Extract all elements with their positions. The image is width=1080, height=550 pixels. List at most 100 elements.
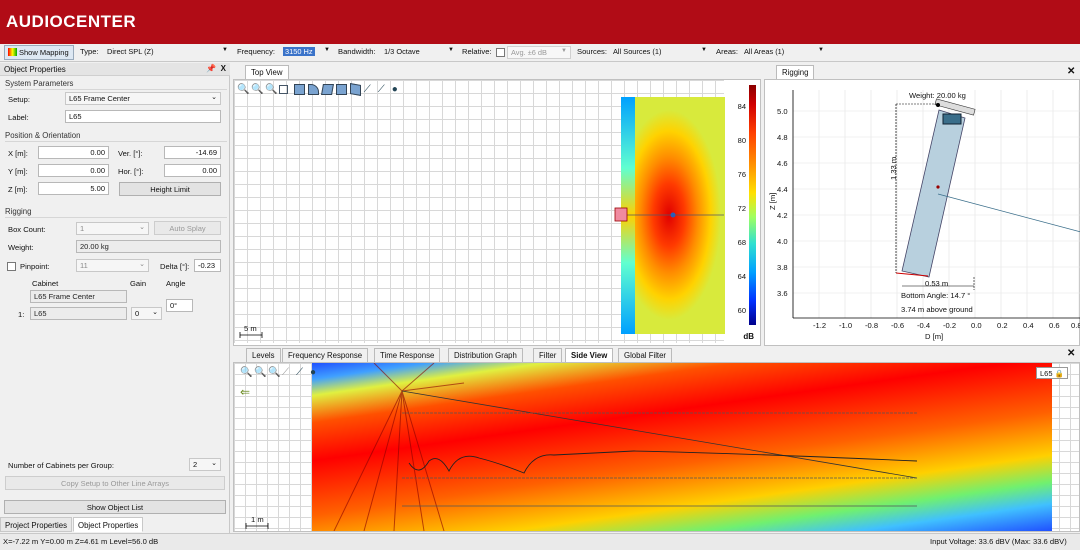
type-select[interactable]: Direct SPL (Z) ▼ <box>104 46 231 59</box>
close-icon[interactable]: X <box>221 64 226 73</box>
rigging-xtick: 0.8 <box>1071 321 1080 330</box>
colorbar-tick: 64 <box>737 272 746 281</box>
rigging-panel: Weight: 20.00 kg 1.33 m 0.53 m Bottom An… <box>764 79 1080 346</box>
sources-label: Sources: <box>577 47 607 56</box>
above-ground-label: 3.74 m above ground <box>901 305 973 314</box>
box-count-select[interactable]: 1 ⌄ <box>76 222 149 235</box>
tab-side-view[interactable]: Side View <box>565 348 614 362</box>
ver-input[interactable]: -14.69 <box>164 146 221 159</box>
zoom-in-icon[interactable]: 🔍 <box>240 367 252 378</box>
app-logo: AUDIOCENTER <box>6 12 137 31</box>
zoom-out-icon[interactable]: 🔍 <box>254 367 266 378</box>
show-mapping-button[interactable]: Show Mapping <box>4 45 74 60</box>
rigging-xtick: -0.8 <box>865 321 879 330</box>
mapping-icon <box>8 48 17 56</box>
tab-time-response[interactable]: Time Response <box>374 348 441 362</box>
rigging-xtick: 0.0 <box>971 321 982 330</box>
side-view-overlay <box>245 363 918 531</box>
arrow-left-icon[interactable]: ⇐ <box>240 385 250 399</box>
chevron-down-icon: ⌄ <box>211 460 217 467</box>
bottom-angle-label: Bottom Angle: 14.7 ° <box>901 291 971 300</box>
setup-label: Setup: <box>8 95 30 104</box>
height-limit-button[interactable]: Height Limit <box>119 182 221 196</box>
setup-select[interactable]: L65 Frame Center ⌄ <box>65 92 221 105</box>
angle-input[interactable]: 0° <box>166 299 193 312</box>
side-view-close-icon[interactable]: ✕ <box>1067 348 1075 359</box>
rigging-weight-label: Weight: 20.00 kg <box>909 91 966 100</box>
tab-project-properties[interactable]: Project Properties <box>0 517 72 532</box>
rigging-ytick: 5.0 <box>777 107 788 116</box>
x-input[interactable]: 0.00 <box>38 146 109 159</box>
side-view-panel: 🔍 🔍 🔍 ⟋ ⟋ ● ⇐ 1 m L65 🔒 <box>233 362 1080 532</box>
rigging-xtick: -0.2 <box>943 321 957 330</box>
tab-levels[interactable]: Levels <box>246 348 281 362</box>
panel-header: Object Properties 📌 X <box>0 63 230 76</box>
system-parameters-section: System Parameters <box>5 79 229 90</box>
tab-rigging[interactable]: Rigging <box>776 65 815 79</box>
rigging-xtick: 0.4 <box>1023 321 1034 330</box>
frequency-label: Frequency: <box>237 47 275 56</box>
label-input[interactable]: L65 <box>65 110 221 123</box>
colorbar-tick: 72 <box>737 204 746 213</box>
chevron-down-icon: ▼ <box>701 47 707 53</box>
type-label: Type: <box>80 47 99 56</box>
position-orientation-section: Position & Orientation <box>5 131 229 142</box>
tab-filter[interactable]: Filter <box>533 348 563 362</box>
colorbar-tick: 68 <box>737 238 746 247</box>
colorbar <box>749 85 756 325</box>
cabinets-per-group-select[interactable]: 2 ⌄ <box>189 458 221 471</box>
tab-distribution-graph[interactable]: Distribution Graph <box>448 348 523 362</box>
object-properties-panel: Object Properties 📌 X System Parameters … <box>0 63 231 533</box>
relative-label: Relative: <box>462 47 492 56</box>
chevron-down-icon: ⌄ <box>152 309 158 316</box>
copy-setup-button[interactable]: Copy Setup to Other Line Arrays <box>5 476 225 490</box>
mapping-toolbar: Show Mapping Type: Direct SPL (Z) ▼ Frequ… <box>0 44 1080 62</box>
tab-top-view[interactable]: Top View <box>245 65 289 79</box>
tab-global-filter[interactable]: Global Filter <box>618 348 673 362</box>
rigging-ytick: 4.2 <box>777 211 788 220</box>
tab-object-properties[interactable]: Object Properties <box>73 517 144 532</box>
zoom-fit-icon[interactable]: 🔍 <box>268 367 280 378</box>
pinpoint-select[interactable]: 11 ⌄ <box>76 259 149 272</box>
show-object-list-button[interactable]: Show Object List <box>4 500 226 514</box>
z-input[interactable]: 5.00 <box>38 182 109 195</box>
brand-bar: AUDIOCENTER <box>0 0 1080 44</box>
bandwidth-select[interactable]: 1/3 Octave ▼ <box>381 46 457 59</box>
y-label: Y [m]: <box>8 167 28 176</box>
y-input[interactable]: 0.00 <box>38 164 109 177</box>
rigging-section: Rigging <box>5 207 231 218</box>
rigging-ytick: 4.0 <box>777 237 788 246</box>
chevron-down-icon: ▼ <box>561 48 567 54</box>
rigging-xtick: -0.4 <box>917 321 931 330</box>
auto-splay-button[interactable]: Auto Splay <box>154 221 221 235</box>
areas-label: Areas: <box>716 47 738 56</box>
curve-icon[interactable]: ⟋ <box>282 367 293 378</box>
hor-label: Hor. [°]: <box>118 167 144 176</box>
hor-input[interactable]: 0.00 <box>164 164 221 177</box>
cursor-readout: X=-7.22 m Y=0.00 m Z=4.61 m Level=56.0 d… <box>3 537 159 546</box>
relative-checkbox[interactable] <box>496 48 505 57</box>
z-label: Z [m]: <box>8 185 28 194</box>
tab-frequency-response[interactable]: Frequency Response <box>282 348 369 362</box>
pinpoint-checkbox[interactable] <box>7 262 16 271</box>
areas-select[interactable]: All Areas (1) ▼ <box>741 46 827 59</box>
rigging-close-icon[interactable]: ✕ <box>1067 66 1075 77</box>
left-tabs: Project Properties Object Properties <box>0 517 230 532</box>
rigging-xtick: -1.2 <box>813 321 827 330</box>
pin-icon[interactable]: 📌 <box>206 64 216 73</box>
line-icon[interactable]: ⟋ <box>296 367 307 378</box>
delta-input[interactable]: -0.23 <box>194 259 221 272</box>
avg-select[interactable]: Avg. ±6 dB ▼ <box>507 46 571 59</box>
cabinet-field: L65 <box>30 307 127 320</box>
speaker-marker[interactable] <box>614 207 628 222</box>
speaker-icon[interactable]: ● <box>310 367 321 378</box>
chevron-down-icon: ▼ <box>818 47 824 53</box>
box-count-label: Box Count: <box>8 225 46 234</box>
sources-select[interactable]: All Sources (1) ▼ <box>610 46 710 59</box>
frequency-select[interactable]: 3150 Hz ▼ <box>280 46 333 59</box>
cabinets-per-group-label: Number of Cabinets per Group: <box>8 461 114 470</box>
label-label: Label: <box>8 113 29 122</box>
rigging-ytick: 3.8 <box>777 263 788 272</box>
gain-select[interactable]: 0 ⌄ <box>131 307 162 320</box>
cabinet-header: Cabinet <box>32 279 59 288</box>
